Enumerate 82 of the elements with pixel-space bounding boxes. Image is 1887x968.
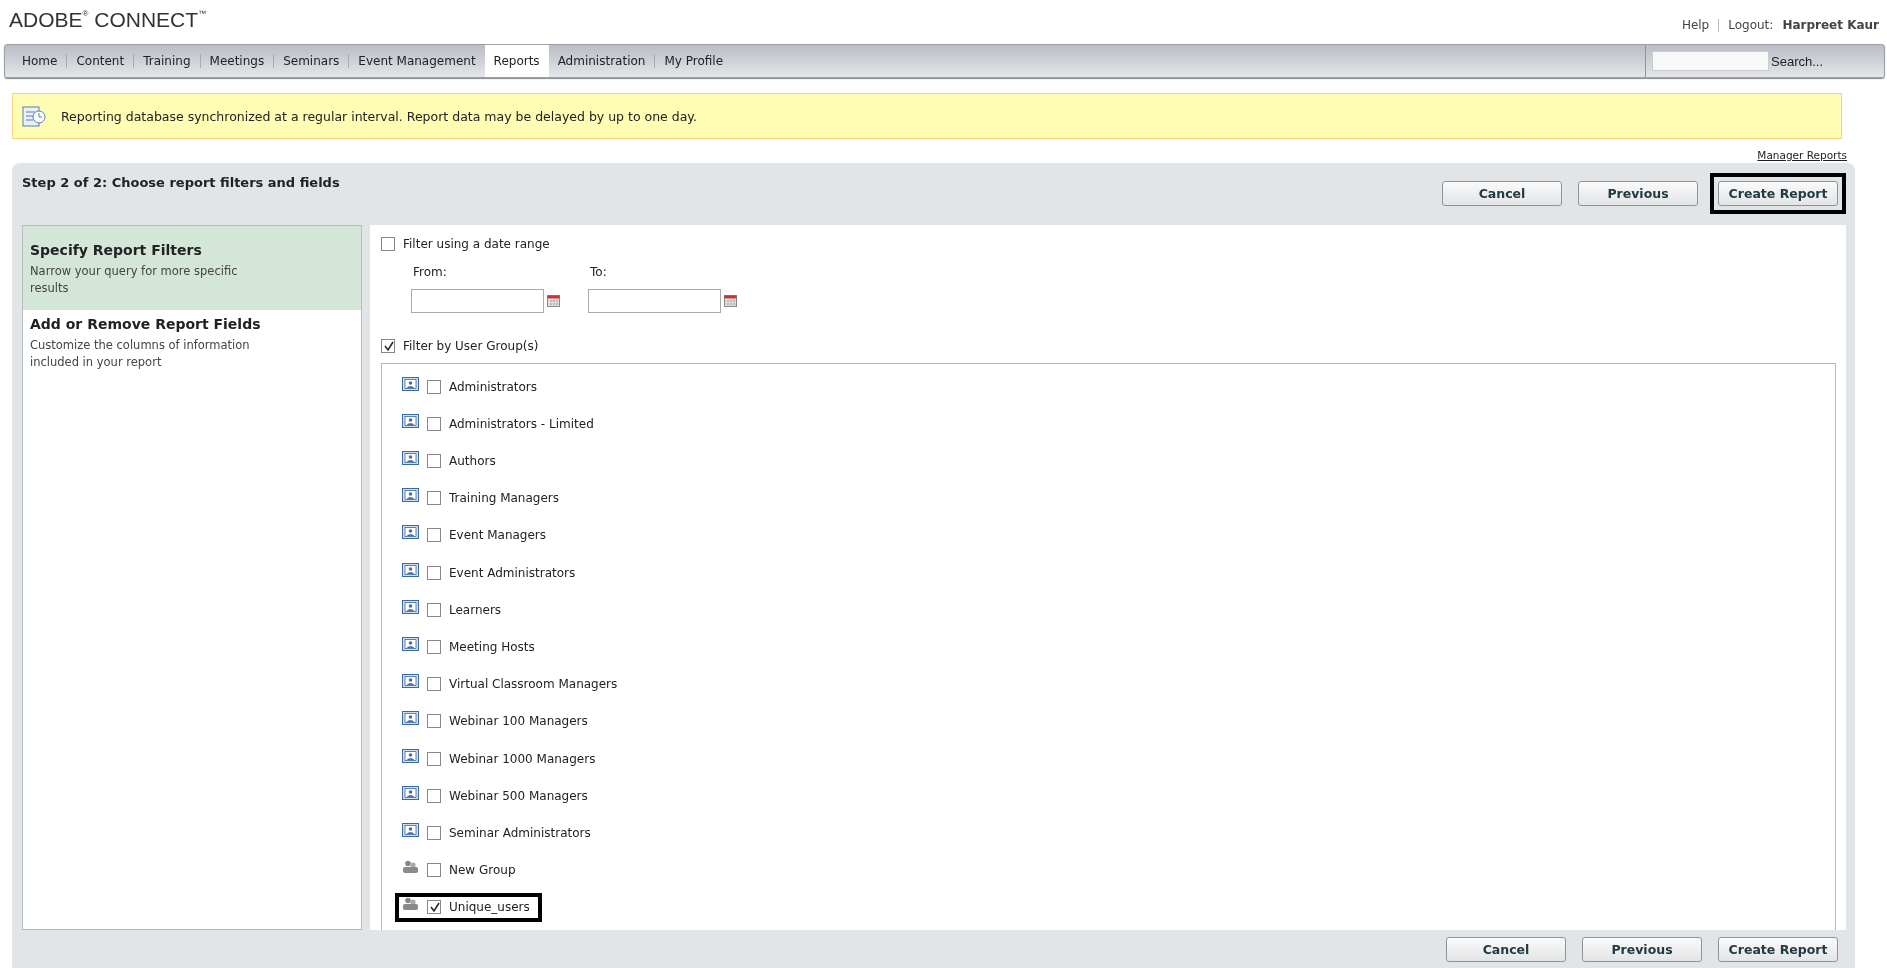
group-name: Training Managers	[449, 491, 559, 506]
group-name: Administrators	[449, 379, 538, 394]
group-name: Seminar Administrators	[449, 826, 591, 841]
group-name: Unique_users	[449, 900, 530, 915]
portrait-icon	[402, 451, 419, 465]
help-link[interactable]: Help	[1681, 18, 1710, 32]
group-name: Event Managers	[449, 528, 547, 543]
wizard-button[interactable]: Create Report	[1718, 936, 1838, 962]
checkbox[interactable]	[427, 491, 441, 506]
date-field[interactable]	[588, 289, 721, 313]
portrait-icon	[402, 525, 419, 540]
checkbox[interactable]	[427, 900, 441, 915]
nav-tab[interactable]: Event Management	[349, 45, 485, 77]
manager-reports-link[interactable]: Manager Reports	[1757, 149, 1847, 161]
portrait-icon	[402, 674, 419, 689]
wizard-button[interactable]: Cancel	[1446, 936, 1566, 962]
checkbox[interactable]	[427, 640, 441, 654]
user-name: Harpreet Kaur	[1782, 18, 1879, 32]
nav-tab[interactable]: Home	[13, 45, 67, 77]
portrait-icon	[402, 413, 419, 428]
calendar-icon[interactable]	[547, 295, 560, 307]
nav-tab[interactable]: Reports	[484, 45, 549, 77]
wizard-title: Step 2 of 2: Choose report filters and fields	[22, 175, 340, 190]
checkbox[interactable]	[427, 528, 441, 543]
checkbox[interactable]	[427, 751, 441, 766]
wizard-button[interactable]: Create Report	[1718, 181, 1838, 206]
users-icon	[402, 860, 419, 875]
checkbox-label: Filter using a date range	[403, 237, 550, 251]
logo: ADOBE$^{®}$ CONNECT$^{™}$	[9, 8, 207, 32]
group-name: Webinar 1000 Managers	[449, 751, 596, 766]
nav-tab[interactable]: Meetings	[200, 45, 274, 77]
checkbox[interactable]	[427, 863, 441, 878]
report-clock-icon	[21, 104, 47, 128]
checkbox[interactable]	[427, 714, 441, 729]
group-name: Webinar 100 Managers	[449, 714, 588, 729]
nav-tab[interactable]: Content	[67, 45, 134, 77]
notice-text: Reporting database synchronized at a regular interval. Report data may be delayed by up to one day.	[61, 108, 697, 124]
checkbox[interactable]	[427, 826, 441, 841]
group-name: Webinar 500 Managers	[449, 788, 588, 803]
nav-tab[interactable]: My Profile	[655, 45, 733, 77]
portrait-icon	[402, 785, 419, 800]
from-label: From:	[412, 265, 448, 279]
nav-tab[interactable]: Seminars	[274, 45, 349, 77]
portrait-icon	[402, 376, 419, 391]
wizard-button[interactable]: Previous	[1578, 181, 1698, 206]
checkbox[interactable]	[427, 379, 441, 394]
group-name: New Group	[449, 863, 516, 878]
search-button[interactable]: Search...	[1769, 53, 1824, 69]
checkbox[interactable]	[381, 237, 395, 251]
nav-tab[interactable]: Training	[134, 45, 200, 77]
checkbox-label: Filter by User Group(s)	[403, 339, 539, 353]
group-name: Learners	[449, 602, 502, 617]
date-field[interactable]	[411, 289, 544, 313]
portrait-icon	[402, 711, 419, 726]
group-name: Administrators - Limited	[449, 416, 594, 431]
checkbox[interactable]	[427, 454, 441, 468]
checkbox[interactable]	[427, 565, 441, 580]
step-item[interactable]: Specify Report Filters Narrow your query for more specific results	[23, 226, 361, 310]
group-name: Virtual Classroom Managers	[449, 677, 618, 692]
search-field[interactable]	[1652, 51, 1769, 71]
checkbox[interactable]	[427, 788, 441, 803]
wizard-button[interactable]: Cancel	[1442, 181, 1562, 206]
users-icon	[402, 897, 419, 912]
checkbox[interactable]	[427, 677, 441, 692]
nav-tab[interactable]: Administration	[548, 45, 655, 77]
checkbox[interactable]	[381, 339, 395, 353]
step-item[interactable]: Add or Remove Report Fields Customize the columns of information included in your report	[23, 310, 361, 394]
portrait-icon	[402, 488, 419, 503]
to-label: To:	[589, 265, 608, 279]
logout-label[interactable]: Logout:	[1728, 18, 1774, 32]
portrait-icon	[402, 562, 419, 577]
group-name: Meeting Hosts	[449, 640, 535, 654]
group-name: Event Administrators	[449, 565, 576, 580]
portrait-icon	[402, 599, 419, 614]
calendar-icon[interactable]	[724, 295, 737, 307]
wizard-button[interactable]: Previous	[1582, 936, 1702, 962]
portrait-icon	[402, 637, 419, 651]
portrait-icon	[402, 748, 419, 763]
group-name: Authors	[449, 454, 496, 468]
portrait-icon	[402, 823, 419, 838]
checkbox[interactable]	[427, 416, 441, 431]
checkbox[interactable]	[427, 602, 441, 617]
